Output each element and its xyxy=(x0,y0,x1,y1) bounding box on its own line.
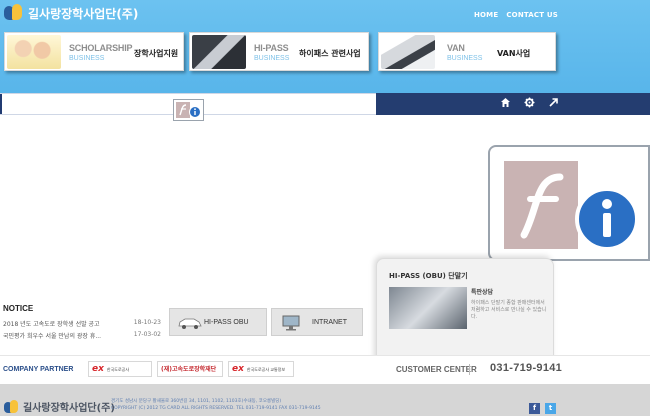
business-card-hipass[interactable]: HI-PASS BUSINESS 하이패스 관련사업 xyxy=(189,32,369,71)
hipass-photo xyxy=(192,35,246,69)
scholarship-en-title: SCHOLARSHIP xyxy=(69,43,133,53)
logo-mark-icon xyxy=(4,4,24,22)
hipass-product-desc: 하이패스 단말기 종합 판매센터에서 저렴하고 서비스로 만나실 수 있습니다. xyxy=(471,300,547,320)
intranet-label: INTRANET xyxy=(312,319,347,326)
site-logo[interactable]: 길사랑장학사업단(주) xyxy=(4,4,138,22)
hipass-obu-button[interactable]: HI-PASS OBU xyxy=(169,308,267,336)
hipass-obu-panel[interactable]: HI-PASS (OBU) 단말기 특판상담 하이패스 단말기 종합 판매센터에… xyxy=(376,258,554,366)
top-banner: 길사랑장학사업단(주) HOME CONTACT US SCHOLARSHIP … xyxy=(0,0,650,93)
logo-mark-icon xyxy=(4,399,20,414)
ex-mark: ex xyxy=(92,364,104,374)
notice-item[interactable]: 2018 년도 고속도로 장학생 선발 공고 18-10-23 xyxy=(3,319,161,328)
partner-logo-text: 한국도로공사 xyxy=(106,366,130,372)
customer-center-phone: 031-719-9141 xyxy=(490,362,563,374)
car-icon xyxy=(178,318,202,329)
hipass-obu-device-photo xyxy=(389,287,467,329)
ex-mark: ex xyxy=(232,364,244,374)
footer: 길사랑장학사업단(주) 경기도 성남시 분당구 황새울로 360번길 34, 1… xyxy=(0,384,650,416)
van-en-title: VAN xyxy=(447,43,465,53)
flash-plugin-icon-large xyxy=(490,147,648,259)
customer-center-label: CUSTOMER CENTER xyxy=(396,365,477,374)
external-link-icon[interactable] xyxy=(546,97,560,111)
scholarship-photo xyxy=(7,35,61,69)
flash-plugin-placeholder-small[interactable] xyxy=(173,99,204,121)
footer-logo-text: 길사랑장학사업단(주) xyxy=(23,403,115,414)
footer-copyright: COPYRIGHT (C) 2012 TG CARD ALL RIGHTS RE… xyxy=(111,406,321,411)
facebook-icon[interactable]: f xyxy=(529,403,540,414)
notice-item[interactable]: 국민평가 희우수 서울 만남의 광장 휴... 17-03-02 xyxy=(3,331,161,340)
divider xyxy=(469,364,470,375)
hipass-product-heading: 특판상담 xyxy=(471,289,494,296)
notice-item-title[interactable]: 2018 년도 고속도로 장학생 선발 공고 xyxy=(3,319,111,328)
notice-item-date: 18-10-23 xyxy=(133,319,161,326)
hipass-en-title: HI-PASS xyxy=(254,43,289,53)
partner-logo-text: (재)고속도로장학재단 xyxy=(161,365,217,373)
flash-plugin-icon xyxy=(174,100,203,120)
monitor-icon xyxy=(282,315,300,331)
hipass-en-sub: BUSINESS xyxy=(254,55,290,62)
partner-logo-scholarship-foundation[interactable]: (재)고속도로장학재단 xyxy=(157,361,223,377)
van-en-sub: BUSINESS xyxy=(447,55,483,62)
twitter-icon[interactable]: t xyxy=(545,403,556,414)
flash-plugin-placeholder-large[interactable] xyxy=(488,145,650,261)
partner-logo-korea-expressway[interactable]: ex 한국도로공사 xyxy=(88,361,152,377)
hipass-ko-label: 하이패스 관련사업 xyxy=(299,49,361,58)
quick-icon-bar xyxy=(376,93,650,115)
intranet-button[interactable]: INTRANET xyxy=(271,308,363,336)
partner-logo-text: 한국도로공사 교통정보 xyxy=(246,366,285,372)
notice-item-title[interactable]: 국민평가 희우수 서울 만남의 광장 휴... xyxy=(3,331,111,340)
notice-board: NOTICE 2018 년도 고속도로 장학생 선발 공고 18-10-23 국… xyxy=(3,304,161,340)
scholarship-ko-label: 장학사업지원 xyxy=(134,49,179,58)
hipass-panel-title: HI-PASS (OBU) 단말기 xyxy=(389,272,468,280)
hipass-obu-label: HI-PASS OBU xyxy=(204,319,249,326)
gear-icon[interactable] xyxy=(522,97,536,111)
business-card-scholarship[interactable]: SCHOLARSHIP BUSINESS 장학사업지원 xyxy=(4,32,184,71)
notice-item-date: 17-03-02 xyxy=(133,331,161,338)
nav-home-link[interactable]: HOME xyxy=(474,11,498,19)
notice-heading: NOTICE xyxy=(3,304,34,313)
footer-logo: 길사랑장학사업단(주) xyxy=(4,399,115,414)
home-icon[interactable] xyxy=(498,97,512,111)
company-partner-row: COMPANY PARTNER ex 한국도로공사 (재)고속도로장학재단 ex… xyxy=(0,355,650,383)
scholarship-en-sub: BUSINESS xyxy=(69,55,105,62)
page: 길사랑장학사업단(주) HOME CONTACT US SCHOLARSHIP … xyxy=(0,0,650,416)
top-nav: HOME CONTACT US xyxy=(474,11,558,19)
footer-address: 경기도 성남시 분당구 황새울로 360번길 34, 1101, 1102, 1… xyxy=(111,399,282,404)
nav-contact-link[interactable]: CONTACT US xyxy=(506,11,558,19)
site-logo-text: 길사랑장학사업단(주) xyxy=(28,6,139,21)
business-card-van[interactable]: VAN BUSINESS VAN사업 xyxy=(378,32,556,71)
van-ko-label: VAN사업 xyxy=(497,49,531,58)
van-terminal-photo xyxy=(381,35,435,69)
hipass-product-info: 특판상담 하이패스 단말기 종합 판매센터에서 저렴하고 서비스로 만나실 수 … xyxy=(471,287,549,321)
partner-logo-expressway-traffic[interactable]: ex 한국도로공사 교통정보 xyxy=(228,361,294,377)
partner-heading: COMPANY PARTNER xyxy=(3,366,74,373)
